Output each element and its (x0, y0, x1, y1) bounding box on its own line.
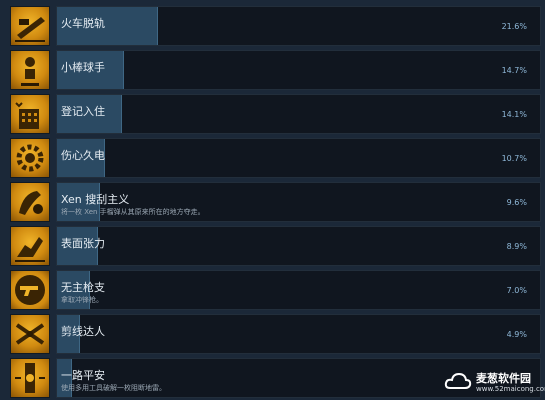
achievement-row[interactable]: 表面张力 8.9% (10, 226, 541, 266)
achievement-name: 登记入住 (61, 105, 105, 118)
baseball-player-icon (10, 50, 50, 90)
hotel-checkin-icon (10, 94, 50, 134)
achievement-percent: 8.9% (506, 242, 527, 251)
progress-bar: 火车脱轨 21.6% (56, 6, 541, 46)
achievement-name: Xen 搜刮主义 (61, 193, 130, 206)
progress-bar: 表面张力 8.9% (56, 226, 541, 266)
achievement-desc: 拿取冲锋枪。 (61, 296, 103, 304)
progress-bar: 登记入住 14.1% (56, 94, 541, 134)
achievement-name: 火车脱轨 (61, 17, 105, 30)
achievement-name: 一路平安 (61, 369, 105, 382)
achievement-percent: 4.9% (506, 330, 527, 339)
achievement-name: 表面张力 (61, 237, 105, 250)
surface-tension-icon (10, 226, 50, 266)
tripmine-icon (10, 358, 50, 398)
achievement-row[interactable]: 无主枪支 拿取冲锋枪。 7.0% (10, 270, 541, 310)
achievement-percent: 14.7% (501, 66, 527, 75)
progress-bar: Xen 搜刮主义 将一枚 Xen 手榴弹从其原来所在的地方夺走。 9.6% (56, 182, 541, 222)
achievement-percent: 14.1% (501, 110, 527, 119)
progress-bar: 无主枪支 拿取冲锋枪。 7.0% (56, 270, 541, 310)
achievement-percent: 9.6% (506, 198, 527, 207)
achievement-row[interactable]: 小棒球手 14.7% (10, 50, 541, 90)
achievement-row[interactable]: 伤心久电 10.7% (10, 138, 541, 178)
achievement-desc: 使用多用工具破解一枚阻断地雷。 (61, 384, 166, 392)
achievement-name: 小棒球手 (61, 61, 105, 74)
achievement-percent: 7.0% (506, 286, 527, 295)
achievement-row[interactable]: 登记入住 14.1% (10, 94, 541, 134)
xen-grenade-icon (10, 182, 50, 222)
achievement-name: 剪线达人 (61, 325, 105, 338)
progress-bar: 伤心久电 10.7% (56, 138, 541, 178)
progress-bar: 剪线达人 4.9% (56, 314, 541, 354)
achievement-row[interactable]: Xen 搜刮主义 将一枚 Xen 手榴弹从其原来所在的地方夺走。 9.6% (10, 182, 541, 222)
watermark-url: www.52maicong.com (476, 385, 545, 393)
cloud-logo-icon (444, 372, 472, 389)
achievement-row[interactable]: 火车脱轨 21.6% (10, 6, 541, 46)
achievement-name: 伤心久电 (61, 149, 105, 162)
progress-bar: 小棒球手 14.7% (56, 50, 541, 90)
achievement-desc: 将一枚 Xen 手榴弹从其原来所在的地方夺走。 (61, 208, 205, 216)
achievement-name: 无主枪支 (61, 281, 105, 294)
gear-heart-icon (10, 138, 50, 178)
achievement-percent: 21.6% (501, 22, 527, 31)
train-derail-icon (10, 6, 50, 46)
achievement-row[interactable]: 剪线达人 4.9% (10, 314, 541, 354)
achievement-percent: 10.7% (501, 154, 527, 163)
wire-cutter-icon (10, 314, 50, 354)
watermark: 麦葱软件园 www.52maicong.com (440, 368, 545, 400)
pistol-icon (10, 270, 50, 310)
watermark-title: 麦葱软件园 (476, 372, 531, 385)
